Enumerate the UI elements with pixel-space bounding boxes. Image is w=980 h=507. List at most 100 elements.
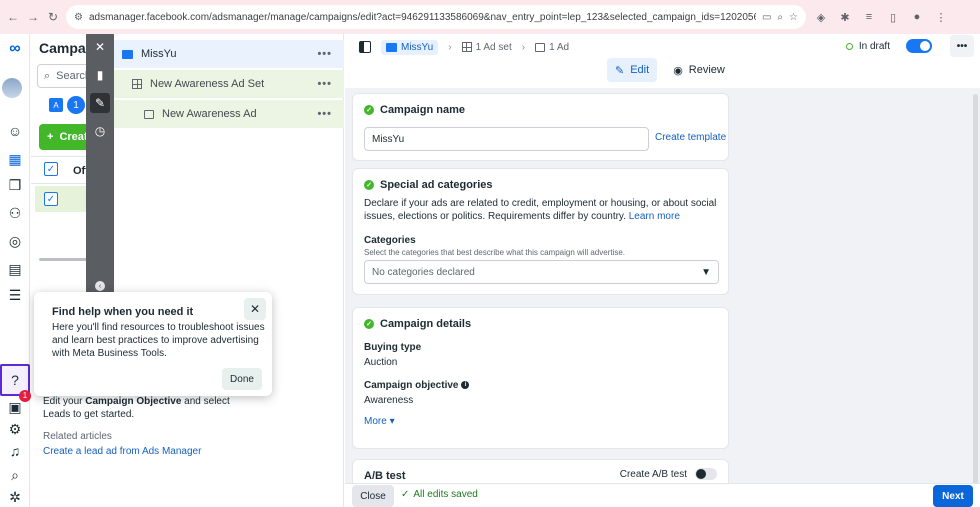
special-ad-title: Special ad categories — [380, 179, 493, 191]
create-button[interactable]: + Create — [39, 124, 86, 150]
close-icon[interactable]: ✕ — [244, 298, 266, 320]
campaigns-table-icon[interactable]: ▦ — [3, 148, 27, 170]
categories-sublabel: Select the categories that best describe… — [364, 248, 626, 257]
bug-report-icon[interactable]: ✲ — [3, 486, 27, 507]
caret-down-icon: ▾ — [389, 416, 395, 427]
bookmark-star-icon[interactable]: ☆ — [789, 12, 798, 23]
campaign-details-card: ✓ Campaign details Buying type Auction Ca… — [352, 307, 729, 449]
campaign-details-title: Campaign details — [380, 318, 472, 330]
address-bar[interactable]: ⚙ adsmanager.facebook.com/adsmanager/man… — [66, 5, 806, 29]
ad-icon — [144, 109, 154, 119]
lead-ad-article-link[interactable]: Create a lead ad from Ads Manager — [43, 446, 253, 457]
adset-grid-icon — [461, 42, 472, 52]
vertical-scrollbar[interactable] — [973, 94, 978, 494]
profile-icon[interactable]: ● — [908, 11, 926, 23]
meta-logo-icon[interactable]: ∞ — [3, 38, 27, 60]
done-button[interactable]: Done — [222, 368, 262, 390]
folder-icon — [122, 49, 133, 59]
tree-ad-item[interactable]: New Awareness Ad ••• — [114, 100, 344, 128]
campaign-name-input[interactable]: MissYu — [364, 127, 649, 151]
ad-more-icon[interactable]: ••• — [317, 108, 332, 120]
site-info-icon[interactable]: ⚙ — [74, 12, 83, 23]
campaign-objective-label: Campaign objective — [364, 380, 459, 391]
campaign-toggle[interactable] — [906, 39, 932, 53]
audiences-icon[interactable]: ⚇ — [3, 202, 27, 224]
ad-account-icon[interactable]: A — [49, 98, 63, 112]
breadcrumb-adset[interactable]: 1 Ad set — [461, 42, 512, 53]
left-nav-rail: ∞ ☺ ▦ ❒ ⚇ ◎ ▤ ☰ ? ▣ 1 ⚙ ♫ ⌕ ✲ — [0, 34, 31, 507]
notifications-icon[interactable]: ▣ 1 — [3, 390, 31, 418]
tab-edit-label: Edit — [630, 64, 650, 76]
settings-gear-icon[interactable]: ⚙ — [3, 418, 27, 440]
create-ab-test-label: Create A/B test — [619, 468, 687, 480]
draft-dot-icon — [845, 42, 853, 50]
off-on-column-header: Off/On — [73, 165, 86, 177]
pencil-icon: ✎ — [615, 64, 625, 77]
more-link[interactable]: More ▾ — [364, 416, 717, 427]
tab-edit[interactable]: ✎ Edit — [607, 58, 658, 82]
tree-campaign-label: MissYu — [141, 48, 177, 60]
info-icon[interactable]: i — [461, 381, 470, 390]
tab-review[interactable]: ◉ Review — [665, 58, 733, 82]
table-row[interactable] — [35, 186, 86, 212]
avatar[interactable] — [2, 78, 22, 98]
browser-menu-icon[interactable]: ⋮ — [932, 11, 950, 24]
learn-more-link[interactable]: Learn more — [629, 211, 680, 222]
search-icon[interactable]: ⌕ — [3, 464, 27, 486]
campaign-objective-value: Awareness — [364, 395, 414, 406]
guide-text-prefix: Edit your — [43, 396, 86, 407]
ab-test-toggle-row: Create A/B test — [620, 468, 717, 480]
sidepanel-icon[interactable]: ▯ — [884, 11, 902, 24]
breadcrumb-ad[interactable]: 1 Ad — [535, 42, 569, 53]
categories-dropdown[interactable]: No categories declared ▼ — [364, 260, 719, 284]
forward-icon[interactable]: → — [26, 10, 40, 24]
create-template-link[interactable]: Create template — [655, 132, 726, 143]
adset-grid-icon — [132, 79, 142, 89]
events-icon[interactable]: ◎ — [3, 230, 27, 252]
bell-icon[interactable]: ♫ — [3, 440, 27, 462]
breadcrumb-campaign[interactable]: MissYu — [381, 39, 439, 55]
help-popover-body: Here you'll find resources to troublesho… — [52, 322, 265, 359]
tree-campaign-item[interactable]: MissYu ••• — [114, 40, 344, 68]
campaign-more-icon[interactable]: ••• — [317, 48, 332, 60]
check-icon: ✓ — [364, 319, 374, 329]
all-tools-icon[interactable]: ☰ — [3, 284, 27, 306]
zoom-icon[interactable]: ⌕ — [777, 12, 783, 23]
extensions-puzzle-icon[interactable]: ✱ — [836, 11, 854, 24]
close-button[interactable]: Close — [352, 485, 394, 507]
account-count-badge[interactable]: 1 — [67, 96, 85, 114]
tab-review-label: Review — [688, 64, 725, 76]
campaign-name-card: ✓ Campaign name MissYu Create template — [352, 93, 729, 161]
performance-chart-icon[interactable]: ▮ — [90, 65, 110, 85]
select-all-checkbox[interactable]: ✓ — [44, 162, 58, 176]
install-icon[interactable]: ▭ — [762, 12, 771, 23]
extension-icon[interactable]: ◈ — [812, 11, 830, 24]
collapse-chevron-icon[interactable]: ‹ — [95, 281, 105, 291]
catalog-icon[interactable]: ❒ — [3, 174, 27, 196]
create-label: Create — [59, 131, 86, 143]
chevron-right-icon: › — [521, 41, 526, 53]
check-icon: ✓ — [364, 180, 374, 190]
history-clock-icon[interactable]: ◷ — [90, 121, 110, 141]
next-button[interactable]: Next — [933, 485, 973, 507]
campaign-search-input[interactable]: ⌕ Search — [37, 64, 86, 88]
media-icon[interactable]: ≡ — [860, 11, 878, 23]
adset-more-icon[interactable]: ••• — [317, 78, 332, 90]
billing-icon[interactable]: ▤ — [3, 258, 27, 280]
buying-type-value: Auction — [364, 357, 398, 368]
ab-test-title: A/B test — [364, 470, 406, 482]
save-status: ✓ All edits saved — [401, 489, 478, 500]
horizontal-scrollbar[interactable] — [39, 258, 86, 261]
special-ad-description: Declare if your ads are related to credi… — [364, 197, 719, 223]
back-icon[interactable]: ← — [6, 10, 20, 24]
close-editor-icon[interactable]: ✕ — [90, 37, 110, 57]
ab-test-switch[interactable] — [695, 468, 717, 480]
smiley-icon[interactable]: ☺ — [3, 120, 27, 142]
toggle-panel-icon[interactable] — [359, 41, 371, 53]
more-options-button[interactable]: ••• — [950, 35, 974, 57]
edit-pencil-icon[interactable]: ✎ — [90, 93, 110, 113]
search-icon: ⌕ — [44, 69, 51, 82]
tree-adset-item[interactable]: New Awareness Ad Set ••• — [114, 70, 344, 98]
reload-icon[interactable]: ↻ — [46, 10, 60, 24]
row-checkbox[interactable]: ✓ — [44, 192, 58, 206]
